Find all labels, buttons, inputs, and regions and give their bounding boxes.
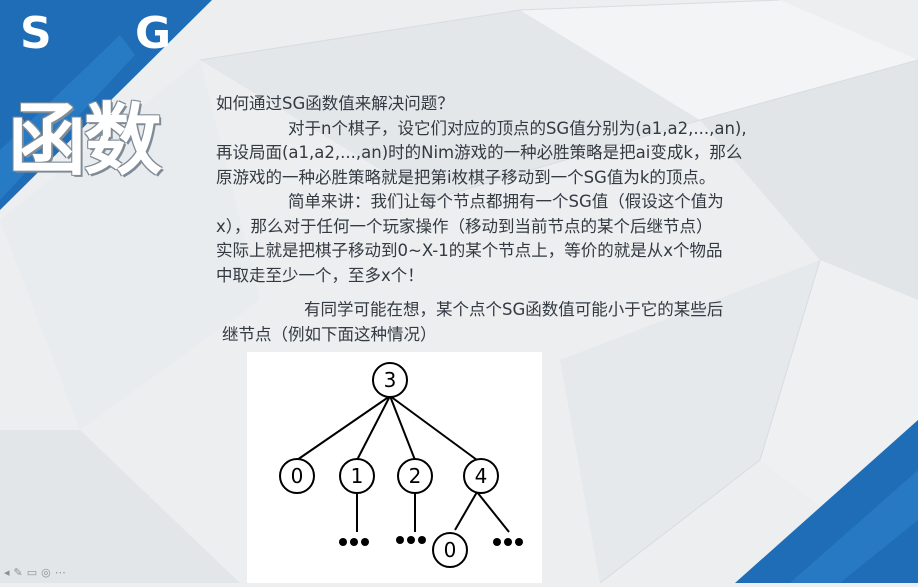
edge — [476, 491, 510, 533]
node-label: 4 — [475, 464, 488, 488]
paragraph-line: 原游戏的一种必胜策略就是把第i枚棋子移动到一个SG值为k的顶点。 — [216, 167, 716, 187]
ellipsis-dot — [504, 538, 512, 546]
edge — [454, 491, 478, 531]
slide-body: 如何通过SG函数值来解决问题？ 对于n个棋子，设它们对应的顶点的SG值分别为(a… — [216, 92, 836, 347]
paragraph-line: 有同学可能在想，某个点个SG函数值可能小于它的某些后 — [304, 300, 724, 319]
ellipsis-dot — [493, 538, 501, 546]
ellipsis-dot — [361, 538, 369, 546]
zoom-icon[interactable]: ◎ — [41, 566, 55, 579]
tree-diagram: 3 0 1 2 4 0 — [279, 362, 523, 568]
paragraph-line: 中取走至少一个，至多x个！ — [216, 265, 424, 285]
paragraph-line: 再设局面(a1,a2,...,an)时的Nim游戏的一种必胜策略是把ai变成k，… — [216, 143, 743, 162]
paragraph-line: 实际上就是把棋子移动到0~X-1的某个节点上，等价的就是从x个物品 — [216, 241, 723, 260]
node-label: 1 — [351, 464, 364, 488]
node-label: 0 — [444, 538, 457, 562]
edge — [296, 395, 391, 461]
ellipsis-dot — [396, 536, 404, 544]
slides-icon[interactable]: ▭ — [27, 566, 41, 579]
question-heading: 如何通过SG函数值来解决问题？ — [216, 94, 454, 113]
ellipsis-dot — [350, 538, 358, 546]
ellipsis-dot — [339, 538, 347, 546]
ellipsis-dot — [515, 538, 523, 546]
paragraph-line: 对于n个棋子，设它们对应的顶点的SG值分别为(a1,a2,...,an), — [288, 118, 747, 138]
prev-arrow-icon[interactable]: ◂ — [4, 566, 14, 579]
paragraph-line: 继节点（例如下面这种情况） — [222, 324, 437, 344]
title-sg: S G — [20, 8, 206, 59]
node-label: 2 — [409, 464, 422, 488]
paragraph-line: 简单来讲：我们让每个节点都拥有一个SG值（假设这个值为 — [288, 192, 724, 211]
pen-icon[interactable]: ✎ — [14, 566, 27, 579]
node-label: 0 — [291, 464, 304, 488]
tree-figure: 3 0 1 2 4 0 — [247, 352, 542, 583]
node-label: 3 — [384, 368, 397, 392]
edge — [356, 395, 391, 461]
ellipsis-dot — [407, 536, 415, 544]
title-hanshu: 函数 — [8, 96, 162, 186]
paragraph-line: x），那么对于任何一个玩家操作（移动到当前节点的某个后继节点） — [216, 216, 713, 236]
more-icon[interactable]: ⋯ — [55, 566, 70, 579]
slideshow-toolbar[interactable]: ◂✎▭◎⋯ — [4, 566, 70, 579]
ellipsis-dot — [418, 536, 426, 544]
